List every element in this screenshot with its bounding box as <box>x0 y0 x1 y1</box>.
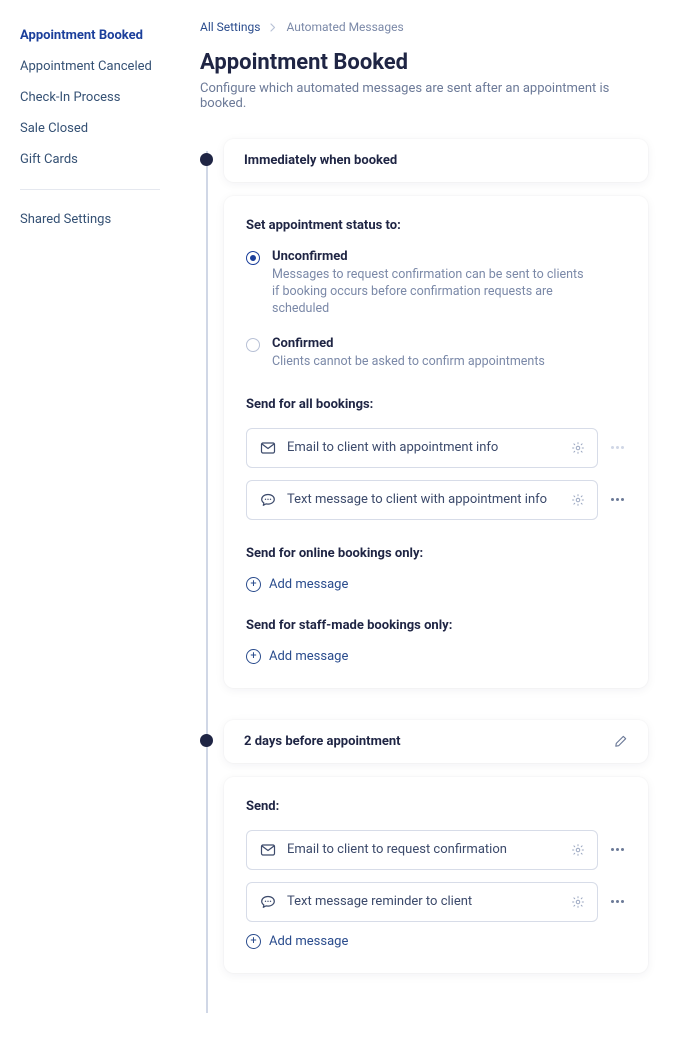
sidebar-item-gift-cards[interactable]: Gift Cards <box>20 144 180 175</box>
radio-icon <box>246 338 260 352</box>
add-message-button[interactable]: Add message <box>246 577 626 592</box>
breadcrumb-current: Automated Messages <box>286 20 403 34</box>
more-menu-icon[interactable] <box>608 848 626 851</box>
timeline-block: Immediately when booked Set appointment s… <box>224 139 648 688</box>
send-section-label: Send for staff-made bookings only: <box>246 618 626 633</box>
breadcrumb: All Settings Automated Messages <box>200 20 648 34</box>
timeline-header-title: 2 days before appointment <box>244 734 401 749</box>
gear-icon[interactable] <box>571 895 585 909</box>
pencil-icon[interactable] <box>613 734 628 749</box>
message-label: Email to client with appointment info <box>287 440 571 455</box>
breadcrumb-root[interactable]: All Settings <box>200 20 260 34</box>
radio-option-confirmed[interactable]: Confirmed Clients cannot be asked to conf… <box>246 336 626 371</box>
message-row[interactable]: Text message to client with appointment … <box>246 480 598 520</box>
message-label: Email to client to request confirmation <box>287 842 571 857</box>
sidebar-item-check-in-process[interactable]: Check-In Process <box>20 82 180 113</box>
add-message-button[interactable]: Add message <box>246 649 626 664</box>
add-message-label: Add message <box>269 934 348 949</box>
send-section-label: Send for all bookings: <box>246 397 626 412</box>
sidebar-item-shared-settings[interactable]: Shared Settings <box>20 204 180 235</box>
send-section-label: Send for online bookings only: <box>246 546 626 561</box>
main-content: All Settings Automated Messages Appointm… <box>180 0 678 1045</box>
page-subtitle: Configure which automated messages are s… <box>200 81 648 111</box>
message-item: Text message reminder to client <box>246 882 626 922</box>
more-menu-icon[interactable] <box>608 446 626 449</box>
send-section-label: Send: <box>246 799 626 814</box>
status-section-label: Set appointment status to: <box>246 218 626 233</box>
timeline-body-card: Set appointment status to: Unconfirmed Mes… <box>224 196 648 688</box>
gear-icon[interactable] <box>571 843 585 857</box>
sidebar-item-appointment-booked[interactable]: Appointment Booked <box>20 20 180 51</box>
chevron-right-icon <box>270 23 276 32</box>
timeline-header-card: Immediately when booked <box>224 139 648 182</box>
plus-circle-icon <box>246 649 261 664</box>
message-item: Email to client to request confirmation <box>246 830 626 870</box>
timeline-header-card: 2 days before appointment <box>224 720 648 763</box>
plus-circle-icon <box>246 577 261 592</box>
message-label: Text message reminder to client <box>287 894 571 909</box>
add-message-label: Add message <box>269 577 348 592</box>
add-message-label: Add message <box>269 649 348 664</box>
gear-icon[interactable] <box>571 441 585 455</box>
timeline-dot <box>200 153 213 166</box>
mail-icon <box>259 841 277 859</box>
message-item: Email to client with appointment info <box>246 428 626 468</box>
timeline-body-card: Send: Email to client to request confirma… <box>224 777 648 973</box>
timeline: Immediately when booked Set appointment s… <box>200 139 648 973</box>
timeline-dot <box>200 734 213 747</box>
message-item: Text message to client with appointment … <box>246 480 626 520</box>
sidebar-divider <box>20 189 160 190</box>
plus-circle-icon <box>246 934 261 949</box>
add-message-button[interactable]: Add message <box>246 934 626 949</box>
more-menu-icon[interactable] <box>608 498 626 501</box>
radio-title: Unconfirmed <box>272 249 592 264</box>
radio-title: Confirmed <box>272 336 545 351</box>
mail-icon <box>259 439 277 457</box>
sidebar-item-appointment-canceled[interactable]: Appointment Canceled <box>20 51 180 82</box>
timeline-block: 2 days before appointment Send: Email to c… <box>224 720 648 973</box>
message-row[interactable]: Email to client to request confirmation <box>246 830 598 870</box>
settings-sidebar: Appointment BookedAppointment CanceledCh… <box>0 0 180 1045</box>
message-label: Text message to client with appointment … <box>287 492 571 507</box>
page-title: Appointment Booked <box>200 50 648 75</box>
radio-description: Clients cannot be asked to confirm appoi… <box>272 354 545 371</box>
message-row[interactable]: Email to client with appointment info <box>246 428 598 468</box>
chat-icon <box>259 491 277 509</box>
message-row[interactable]: Text message reminder to client <box>246 882 598 922</box>
timeline-header-title: Immediately when booked <box>244 153 397 168</box>
radio-description: Messages to request confirmation can be … <box>272 267 592 318</box>
chat-icon <box>259 893 277 911</box>
radio-icon <box>246 251 260 265</box>
sidebar-item-sale-closed[interactable]: Sale Closed <box>20 113 180 144</box>
more-menu-icon[interactable] <box>608 900 626 903</box>
gear-icon[interactable] <box>571 493 585 507</box>
radio-option-unconfirmed[interactable]: Unconfirmed Messages to request confirmat… <box>246 249 626 318</box>
